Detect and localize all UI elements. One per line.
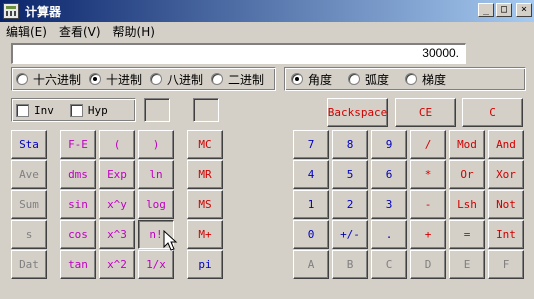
mouse-cursor-icon <box>163 230 178 251</box>
hex-b-button[interactable]: B <box>332 250 368 279</box>
radio-degrees[interactable]: 角度 <box>291 71 332 88</box>
checkbox-inv-box <box>16 103 29 117</box>
reciprocal-button[interactable]: 1/x <box>138 250 174 279</box>
close-button[interactable]: × <box>516 3 532 17</box>
minus-button[interactable]: - <box>410 190 446 219</box>
radio-dec-indicator <box>89 73 102 85</box>
sum-button[interactable]: Sum <box>11 190 47 219</box>
digit-5-button[interactable]: 5 <box>332 160 368 189</box>
menu-bar: 编辑(E) 查看(V) 帮助(H) <box>0 22 161 40</box>
digit-7-button[interactable]: 7 <box>293 130 329 159</box>
s-button[interactable]: s <box>11 220 47 249</box>
fe-button[interactable]: F-E <box>60 130 96 159</box>
window-controls: _ □ × <box>478 3 532 17</box>
sin-button[interactable]: sin <box>60 190 96 219</box>
checkbox-inv[interactable]: Inv <box>16 103 54 117</box>
checkbox-hyp[interactable]: Hyp <box>69 103 108 117</box>
xor-button[interactable]: Xor <box>488 160 524 189</box>
menu-view[interactable]: 查看(V) <box>53 23 107 40</box>
maximize-button[interactable]: □ <box>496 3 512 17</box>
int-button[interactable]: Int <box>488 220 524 249</box>
radio-bin[interactable]: 二进制 <box>211 71 264 88</box>
mr-button[interactable]: MR <box>187 160 223 189</box>
angle-unit-group: 角度 弧度 梯度 <box>284 67 526 91</box>
or-button[interactable]: Or <box>449 160 485 189</box>
multiply-button[interactable]: * <box>410 160 446 189</box>
ave-button[interactable]: Ave <box>11 160 47 189</box>
checkbox-hyp-box <box>69 103 83 117</box>
ms-button[interactable]: MS <box>187 190 223 219</box>
radio-degrees-indicator <box>291 73 303 85</box>
and-button[interactable]: And <box>488 130 524 159</box>
ce-button[interactable]: CE <box>395 98 456 127</box>
radio-grads-indicator <box>405 73 418 85</box>
lsh-button[interactable]: Lsh <box>449 190 485 219</box>
minimize-button[interactable]: _ <box>478 3 494 17</box>
negate-button[interactable]: +/- <box>332 220 368 249</box>
pi-button[interactable]: pi <box>187 250 223 279</box>
menu-edit[interactable]: 编辑(E) <box>0 23 53 40</box>
backspace-button[interactable]: Backspace <box>327 98 388 127</box>
plus-button[interactable]: + <box>410 220 446 249</box>
x-square-button[interactable]: x^2 <box>99 250 135 279</box>
hex-c-button[interactable]: C <box>371 250 407 279</box>
radio-oct-indicator <box>150 73 163 85</box>
radio-hex[interactable]: 十六进制 <box>16 71 81 88</box>
digit-3-button[interactable]: 3 <box>371 190 407 219</box>
x-pow-y-button[interactable]: x^y <box>99 190 135 219</box>
sta-button[interactable]: Sta <box>11 130 47 159</box>
digit-2-button[interactable]: 2 <box>332 190 368 219</box>
tan-button[interactable]: tan <box>60 250 96 279</box>
not-button[interactable]: Not <box>488 190 524 219</box>
radio-radians-indicator <box>348 73 361 85</box>
result-display: 30000. <box>11 43 466 64</box>
digit-6-button[interactable]: 6 <box>371 160 407 189</box>
window-title: 计算器 <box>25 4 62 19</box>
radio-dec[interactable]: 十进制 <box>89 71 142 88</box>
dms-button[interactable]: dms <box>60 160 96 189</box>
hex-f-button[interactable]: F <box>488 250 524 279</box>
radio-radians[interactable]: 弧度 <box>348 71 389 88</box>
log-button[interactable]: log <box>138 190 174 219</box>
digit-8-button[interactable]: 8 <box>332 130 368 159</box>
ln-button[interactable]: ln <box>138 160 174 189</box>
hex-d-button[interactable]: D <box>410 250 446 279</box>
decimal-button[interactable]: . <box>371 220 407 249</box>
digit-4-button[interactable]: 4 <box>293 160 329 189</box>
radio-grads[interactable]: 梯度 <box>405 71 446 88</box>
modifier-group: Inv Hyp <box>11 98 136 122</box>
memory-indicator <box>193 98 219 122</box>
parenthesis-indicator <box>144 98 170 122</box>
hex-e-button[interactable]: E <box>449 250 485 279</box>
digit-1-button[interactable]: 1 <box>293 190 329 219</box>
exp-button[interactable]: Exp <box>99 160 135 189</box>
digit-9-button[interactable]: 9 <box>371 130 407 159</box>
close-paren-button[interactable]: ) <box>138 130 174 159</box>
m-plus-button[interactable]: M+ <box>187 220 223 249</box>
digit-0-button[interactable]: 0 <box>293 220 329 249</box>
mod-button[interactable]: Mod <box>449 130 485 159</box>
number-system-group: 十六进制 十进制 八进制 二进制 <box>11 67 276 91</box>
radio-hex-indicator <box>16 73 28 85</box>
calculator-icon <box>3 3 19 19</box>
divide-button[interactable]: / <box>410 130 446 159</box>
c-button[interactable]: C <box>462 98 523 127</box>
cos-button[interactable]: cos <box>60 220 96 249</box>
menu-help[interactable]: 帮助(H) <box>107 23 161 40</box>
equals-button[interactable]: = <box>449 220 485 249</box>
radio-bin-indicator <box>211 73 224 85</box>
mc-button[interactable]: MC <box>187 130 223 159</box>
title-bar[interactable]: 计算器 _ □ × <box>0 0 534 22</box>
radio-oct[interactable]: 八进制 <box>150 71 203 88</box>
x-cube-button[interactable]: x^3 <box>99 220 135 249</box>
dat-button[interactable]: Dat <box>11 250 47 279</box>
hex-a-button[interactable]: A <box>293 250 329 279</box>
open-paren-button[interactable]: ( <box>99 130 135 159</box>
